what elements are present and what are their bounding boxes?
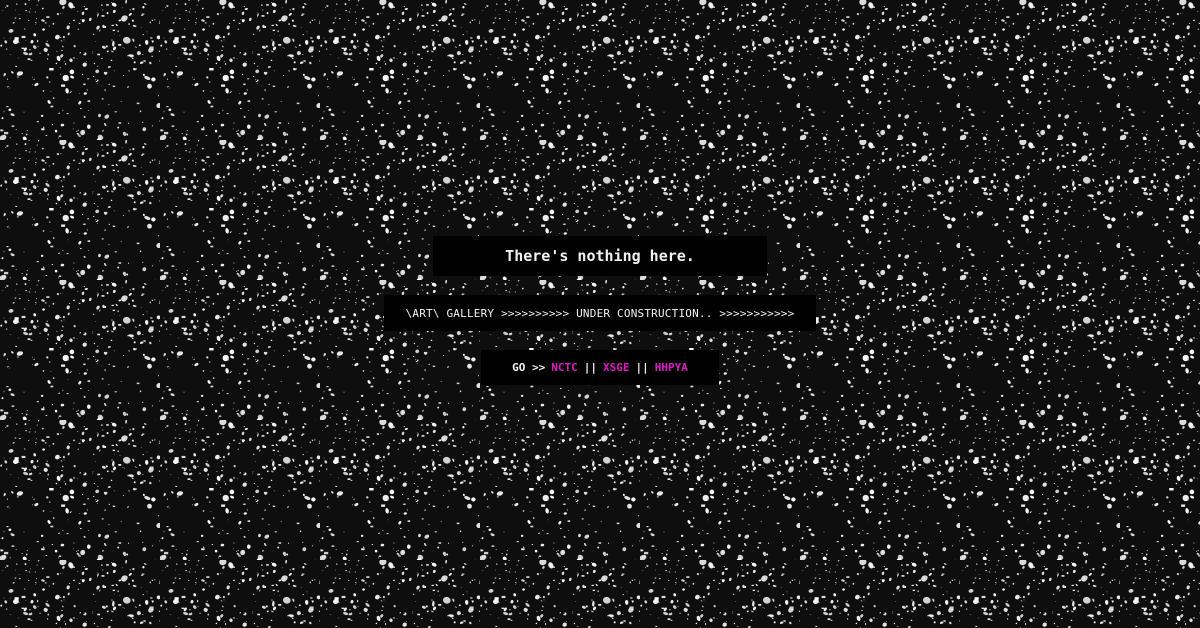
message-panel: There's nothing here. <box>433 236 767 276</box>
nav-link-xsge[interactable]: XSGE <box>603 361 630 374</box>
nav-panel: GO >> NCTC || XSGE || HHPYA <box>481 350 719 385</box>
nav-link-hhpya[interactable]: HHPYA <box>655 361 688 374</box>
nav-link-nctc[interactable]: NCTC <box>551 361 578 374</box>
status-panel: \ART\ GALLERY >>>>>>>>>> UNDER CONSTRUCT… <box>384 295 816 331</box>
nav-separator: || <box>635 361 649 374</box>
nav-separator: || <box>583 361 597 374</box>
status-text: \ART\ GALLERY >>>>>>>>>> UNDER CONSTRUCT… <box>405 306 795 320</box>
page: There's nothing here. \ART\ GALLERY >>>>… <box>0 0 1200 628</box>
page-title: There's nothing here. <box>505 247 695 265</box>
nav-prefix: GO >> <box>512 361 546 374</box>
